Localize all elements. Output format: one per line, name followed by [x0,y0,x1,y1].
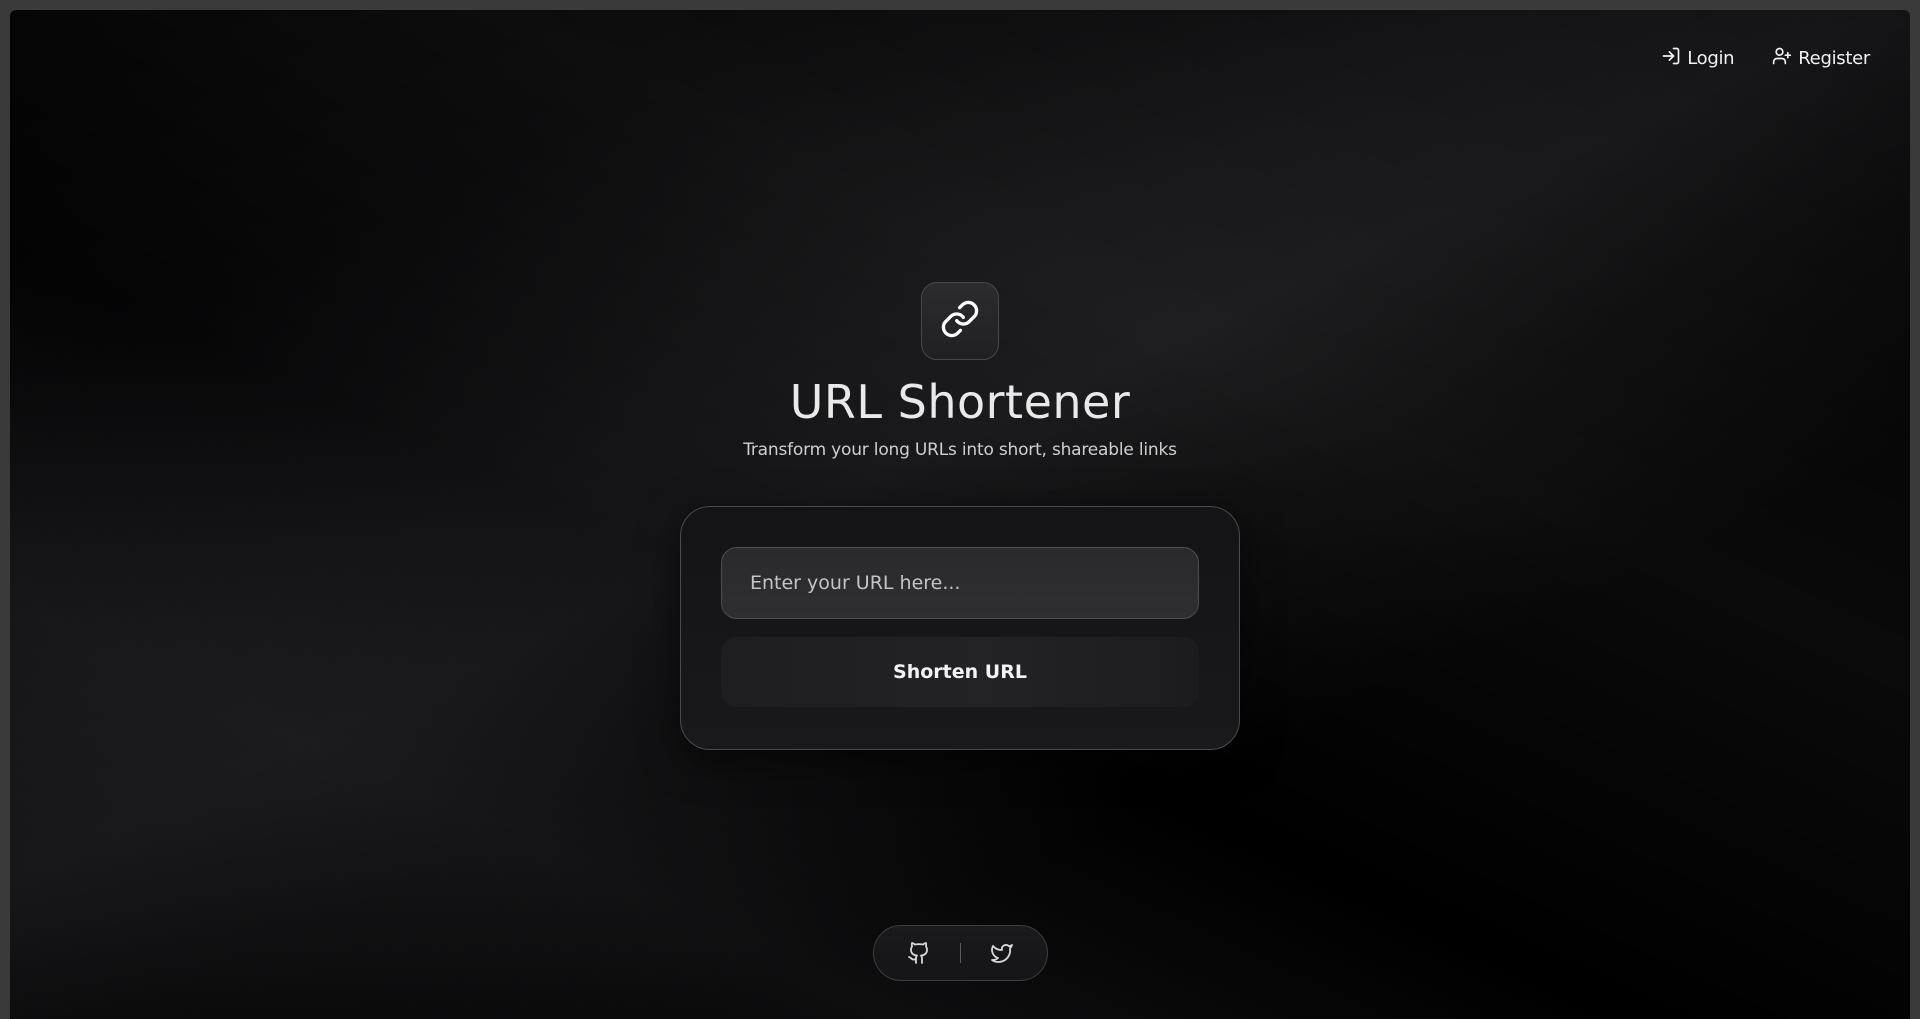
login-label: Login [1687,48,1735,69]
shorten-form-card: Shorten URL [680,506,1240,750]
register-label: Register [1798,48,1870,69]
login-link[interactable]: Login [1661,46,1735,71]
shorten-url-button[interactable]: Shorten URL [721,637,1199,707]
hero: URL Shortener Transform your long URLs i… [10,282,1910,460]
page-title: URL Shortener [789,375,1131,429]
logo-tile [921,282,999,360]
login-icon [1661,46,1681,71]
top-nav: Login Register [1661,46,1870,71]
app-window: Login Register URL Shortener Transform y… [10,10,1910,1019]
twitter-icon[interactable] [989,940,1015,966]
github-icon[interactable] [906,940,932,966]
user-plus-icon [1772,46,1792,71]
page-subtitle: Transform your long URLs into short, sha… [743,440,1177,460]
url-input[interactable] [721,547,1199,619]
link-icon [940,299,980,343]
footer-divider [960,943,961,963]
register-link[interactable]: Register [1772,46,1870,71]
social-links [873,925,1048,981]
